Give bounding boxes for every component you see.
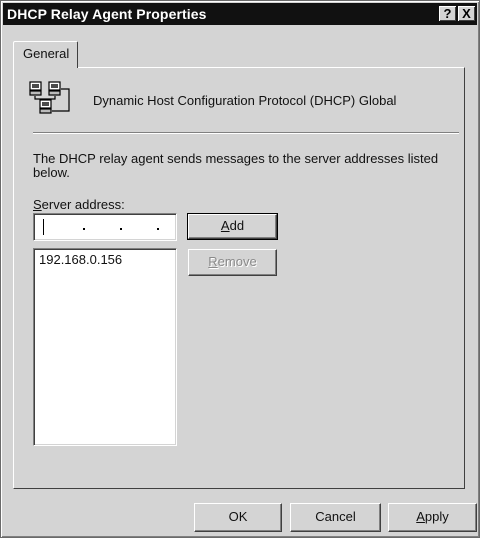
service-description-title: Dynamic Host Configuration Protocol (DHC… — [93, 93, 397, 108]
remove-button-label: emove — [217, 254, 257, 269]
help-button[interactable]: ? — [439, 6, 456, 21]
remove-button: Remove — [188, 249, 277, 276]
list-item[interactable]: 192.168.0.156 — [39, 252, 122, 267]
dhcp-relay-properties-dialog: DHCP Relay Agent Properties ? X General … — [0, 0, 480, 538]
ok-button[interactable]: OK — [194, 503, 282, 532]
ip-octet-separator — [83, 228, 85, 230]
add-button-accesskey: A — [220, 218, 230, 233]
add-button-label: dd — [229, 218, 245, 233]
tab-joint — [14, 66, 76, 69]
separator-line — [33, 132, 459, 134]
window-title: DHCP Relay Agent Properties — [7, 6, 207, 22]
apply-button-accesskey: A — [416, 509, 425, 524]
add-button[interactable]: Add — [187, 213, 278, 240]
server-address-label: Server address: — [33, 197, 125, 212]
tab-general[interactable]: General — [13, 41, 78, 68]
server-address-list[interactable]: 192.168.0.156 — [33, 248, 177, 446]
title-bar[interactable]: DHCP Relay Agent Properties ? X — [3, 3, 477, 25]
cancel-button-label: Cancel — [315, 509, 356, 524]
server-address-label-text: erver address: — [41, 197, 125, 212]
close-button[interactable]: X — [458, 6, 475, 21]
text-caret — [43, 219, 44, 235]
cancel-button[interactable]: Cancel — [290, 503, 381, 532]
ip-octet-separator — [120, 228, 122, 230]
ip-octet-separator — [157, 228, 159, 230]
ok-button-label: OK — [228, 509, 248, 524]
server-address-label-accesskey: S — [33, 197, 42, 212]
server-address-ip-input[interactable] — [33, 213, 177, 241]
remove-button-accesskey: R — [208, 254, 218, 269]
network-servers-icon — [29, 81, 70, 114]
apply-button[interactable]: Apply — [388, 503, 477, 532]
tab-general-label: General — [23, 46, 70, 61]
relay-info-text: The DHCP relay agent sends messages to t… — [33, 151, 439, 180]
apply-button-label: pply — [424, 509, 449, 524]
